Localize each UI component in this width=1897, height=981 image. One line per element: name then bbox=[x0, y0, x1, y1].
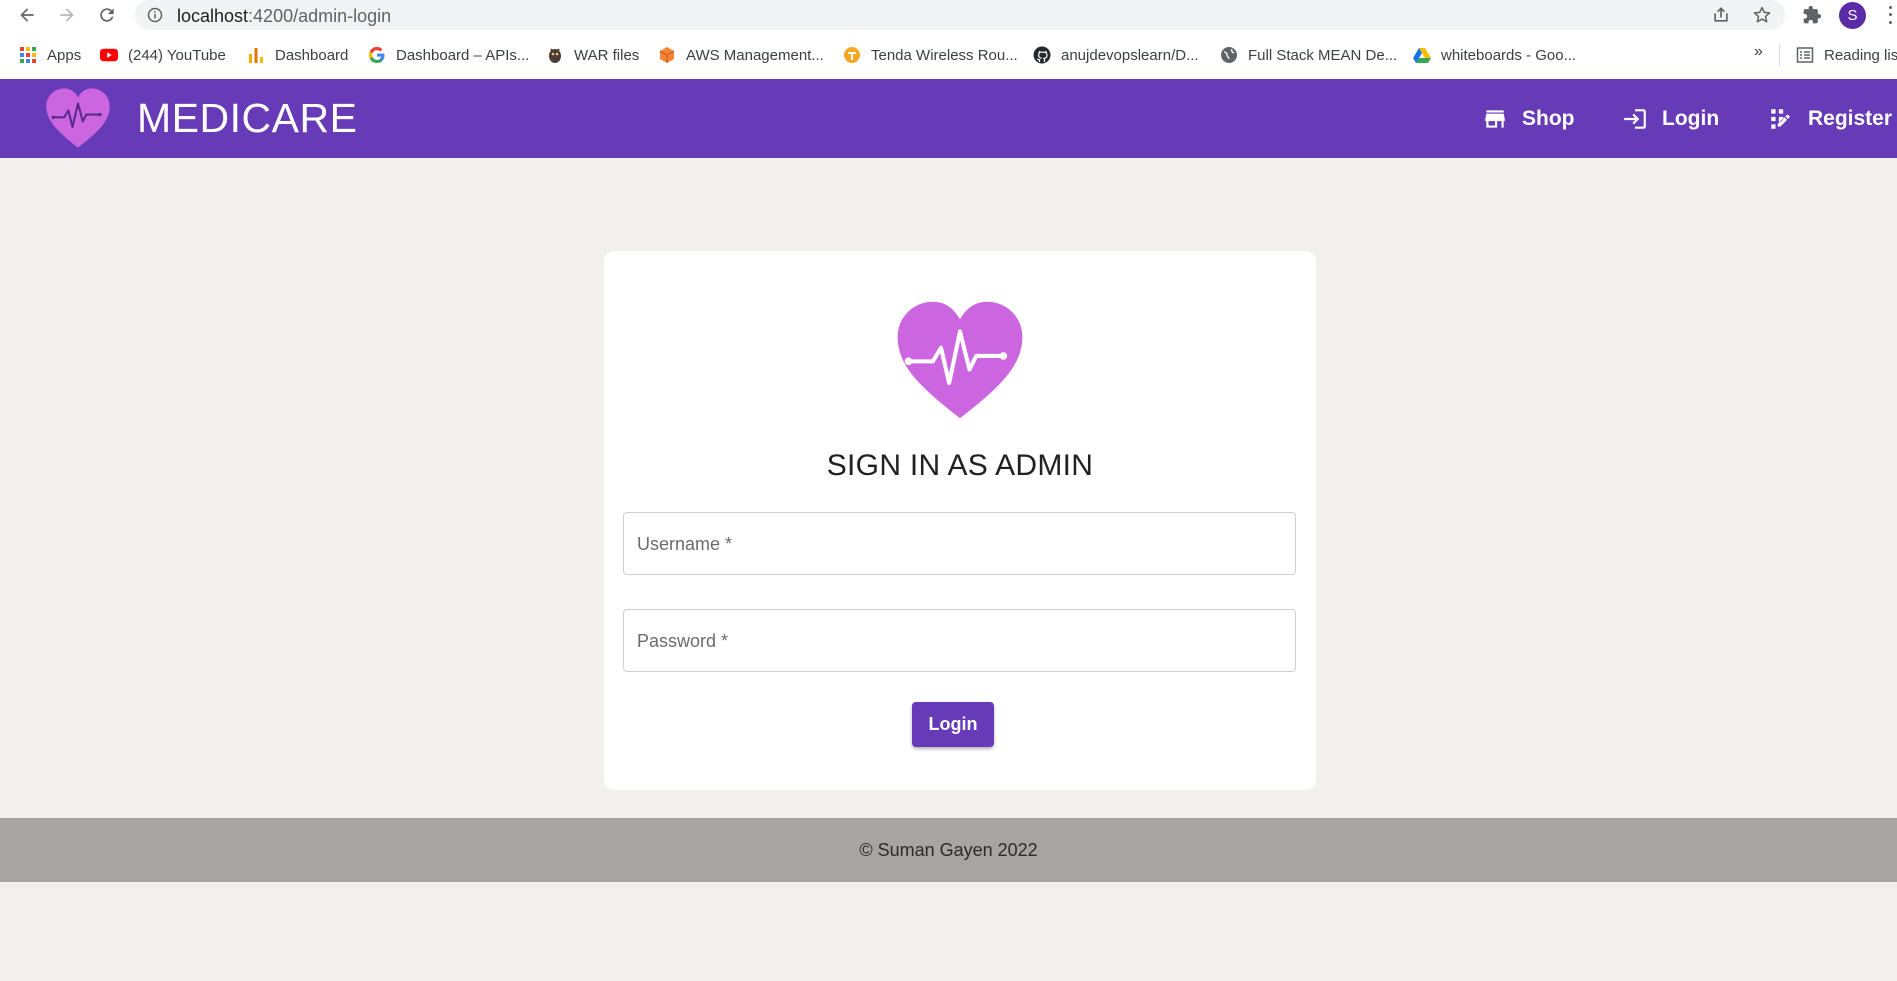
storefront-icon bbox=[1485, 110, 1505, 128]
brand-title[interactable]: MEDICARE bbox=[137, 95, 357, 142]
bookmark-war-files[interactable]: WAR files bbox=[546, 44, 639, 66]
youtube-icon bbox=[100, 46, 118, 64]
nav-register-label: Register bbox=[1808, 107, 1893, 130]
browser-menu-icon[interactable] bbox=[1886, 4, 1894, 26]
reload-icon bbox=[100, 8, 114, 22]
forward-button[interactable] bbox=[54, 2, 80, 28]
bookmark-label: Apps bbox=[47, 46, 82, 64]
tenda-icon bbox=[843, 46, 861, 64]
login-submit-button[interactable]: Login bbox=[912, 702, 994, 747]
heart-pulse-logo-icon[interactable] bbox=[43, 87, 113, 149]
bookmark-apps[interactable]: Apps bbox=[19, 44, 81, 66]
back-arrow-icon bbox=[20, 8, 34, 22]
browser-toolbar: localhost:4200/admin-login S bbox=[0, 0, 1897, 30]
username-placeholder: Username * bbox=[637, 534, 733, 554]
bookmark-youtube[interactable]: (244) YouTube bbox=[100, 44, 226, 66]
bookmark-dashboard[interactable]: Dashboard bbox=[247, 44, 348, 66]
nav-login-label: Login bbox=[1662, 107, 1720, 130]
footer: © Suman Gayen 2022 bbox=[0, 818, 1897, 882]
bookmarks-divider bbox=[1779, 44, 1780, 66]
app-toolbar: MEDICARE Shop Login Register bbox=[0, 79, 1897, 158]
url-text: localhost:4200/admin-login bbox=[177, 6, 392, 26]
bookmark-label: Dashboard – APIs... bbox=[396, 46, 530, 64]
bookmark-star-button[interactable] bbox=[1750, 3, 1774, 27]
dashboard-bars-icon bbox=[247, 46, 265, 64]
bookmark-tenda[interactable]: Tenda Wireless Rou... bbox=[843, 44, 1018, 66]
register-app-icon bbox=[1771, 109, 1790, 129]
username-field[interactable]: Username * bbox=[623, 512, 1296, 575]
google-icon bbox=[368, 46, 386, 64]
share-icon bbox=[1714, 7, 1728, 22]
nav-shop-label: Shop bbox=[1522, 107, 1575, 130]
bookmark-github[interactable]: anujdevopslearn/D... bbox=[1033, 44, 1199, 66]
login-icon bbox=[1624, 109, 1646, 129]
nav-login-link[interactable]: Login bbox=[1622, 103, 1719, 135]
reading-list-icon bbox=[1796, 46, 1814, 64]
reload-button[interactable] bbox=[94, 2, 120, 28]
forward-arrow-icon bbox=[60, 8, 74, 22]
bookmark-label: AWS Management... bbox=[686, 46, 824, 64]
site-info-icon[interactable] bbox=[147, 7, 163, 23]
bookmark-label: Reading list bbox=[1824, 46, 1897, 64]
bookmark-label: Dashboard bbox=[275, 46, 349, 64]
password-placeholder: Password * bbox=[637, 631, 729, 651]
star-icon bbox=[1753, 6, 1771, 23]
profile-avatar[interactable]: S bbox=[1839, 2, 1866, 29]
footer-copyright: © Suman Gayen 2022 bbox=[859, 840, 1038, 860]
globe-icon bbox=[1220, 46, 1238, 64]
bookmark-aws[interactable]: AWS Management... bbox=[658, 44, 824, 66]
bookmark-label: (244) YouTube bbox=[128, 46, 226, 64]
apps-grid-icon bbox=[19, 46, 37, 64]
nav-register-link[interactable]: Register bbox=[1768, 103, 1892, 135]
aws-cube-icon bbox=[658, 46, 676, 64]
bookmark-google-apis[interactable]: Dashboard – APIs... bbox=[368, 44, 529, 66]
github-icon bbox=[1033, 46, 1051, 64]
password-field[interactable]: Password * bbox=[623, 609, 1296, 672]
nav-shop-link[interactable]: Shop bbox=[1482, 103, 1575, 135]
back-button[interactable] bbox=[14, 2, 40, 28]
bookmark-full-stack-mean[interactable]: Full Stack MEAN De... bbox=[1220, 44, 1397, 66]
address-bar[interactable]: localhost:4200/admin-login bbox=[135, 0, 1785, 30]
google-drive-icon bbox=[1413, 46, 1431, 64]
bookmarks-overflow-button[interactable]: » bbox=[1754, 43, 1763, 61]
extensions-button[interactable] bbox=[1800, 3, 1824, 27]
bookmark-label: whiteboards - Goo... bbox=[1441, 46, 1577, 64]
bookmark-label: anujdevopslearn/D... bbox=[1061, 46, 1199, 64]
bookmark-label: Tenda Wireless Rou... bbox=[871, 46, 1018, 64]
bookmark-whiteboards[interactable]: whiteboards - Goo... bbox=[1413, 44, 1576, 66]
bookmark-reading-list[interactable]: Reading list bbox=[1796, 44, 1897, 66]
puzzle-piece-icon bbox=[1803, 5, 1822, 24]
page-title: SIGN IN AS ADMIN bbox=[826, 449, 1094, 482]
bookmark-label: WAR files bbox=[574, 46, 640, 64]
bookmarks-bar: Apps (244) YouTube Dashboard Dashboard –… bbox=[0, 30, 1897, 79]
admin-login-card: SIGN IN AS ADMIN Username * Password * L… bbox=[604, 251, 1316, 790]
heart-pulse-icon bbox=[897, 301, 1023, 419]
bookmark-label: Full Stack MEAN De... bbox=[1248, 46, 1398, 64]
tomcat-icon bbox=[546, 46, 564, 64]
share-button[interactable] bbox=[1709, 3, 1733, 27]
